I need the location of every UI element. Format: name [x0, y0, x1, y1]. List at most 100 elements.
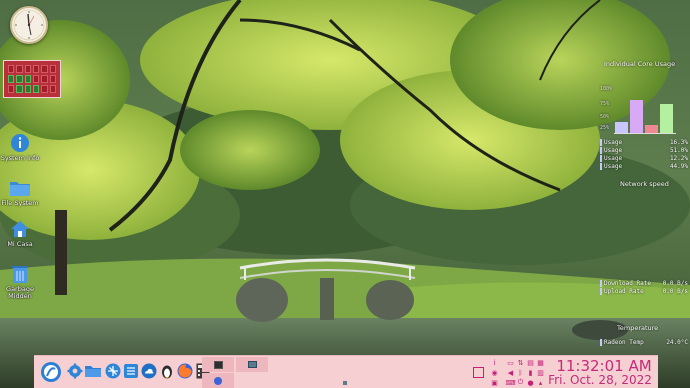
app-menu-icon — [41, 362, 61, 382]
desktop-icon-home[interactable]: Mi Casa — [0, 219, 40, 248]
pager-cell[interactable] — [33, 85, 40, 93]
core-usage-value: 51.0% — [669, 147, 688, 154]
app-indicator-icon[interactable] — [340, 378, 349, 387]
core-usage-bars — [614, 98, 676, 134]
axis-tick: 75% — [600, 101, 610, 107]
tray-keyboard-icon[interactable]: ⌨ — [505, 378, 515, 387]
pager-cell[interactable] — [49, 65, 56, 73]
launcher-penguin[interactable] — [158, 362, 176, 380]
pager-cell[interactable] — [41, 75, 48, 83]
core-usage-bar — [630, 100, 643, 133]
pager-cell[interactable] — [8, 75, 15, 83]
tray-clipboard-icon[interactable]: ▭ — [506, 358, 515, 367]
tray-display-icon[interactable]: ▤ — [526, 358, 535, 367]
core-usage-row: Usage 12.2% — [600, 155, 688, 162]
pager-cell[interactable] — [24, 75, 31, 83]
core-usage-row: Usage 51.0% — [600, 147, 688, 154]
firefox-icon — [214, 376, 222, 385]
desktop-icon-system-info[interactable]: System Info — [0, 133, 40, 162]
firefox-icon — [177, 363, 193, 379]
window-icon — [247, 361, 257, 368]
pager-cell[interactable] — [33, 75, 40, 83]
launcher-list[interactable] — [122, 362, 140, 380]
pager-cell[interactable] — [16, 65, 23, 73]
launcher-firefox[interactable] — [176, 362, 194, 380]
core-usage-label: Usage — [600, 163, 622, 170]
wallpaper — [0, 0, 690, 388]
folder-icon — [85, 366, 101, 377]
launcher-network[interactable] — [104, 362, 122, 380]
core-usage-label: Usage — [600, 147, 622, 154]
app-menu-button[interactable] — [40, 361, 62, 383]
core-usage-row: Usage 16.3% — [600, 139, 688, 146]
tray-notes-icon[interactable]: ▦ — [536, 358, 545, 367]
taskbar: i ◉ ▣ ▭ ⇅ ▤ ▦ ◀ ᛒ ▮ ▥ ⌨ ⏻ ● ▴ 11:32:01 A… — [34, 355, 658, 388]
tray-notifications-icon[interactable]: ● — [526, 378, 535, 387]
temperature-row: Radeon Temp 24.0°C — [600, 339, 688, 346]
axis-tick: 100% — [600, 86, 613, 92]
network-icon — [105, 363, 121, 379]
core-usage-bar — [645, 125, 658, 133]
temperature-title: Temperature — [617, 324, 659, 332]
tray-bluetooth-icon[interactable]: ᛒ — [516, 368, 525, 377]
list-icon — [124, 364, 138, 378]
pager-cell[interactable] — [41, 85, 48, 93]
download-rate-row: Download Rate 0.0 B/s — [600, 280, 688, 287]
tray-update-icon[interactable]: ◉ — [490, 368, 499, 377]
task-terminal[interactable] — [202, 357, 234, 372]
info-icon — [9, 133, 31, 153]
pager-cell[interactable] — [24, 85, 31, 93]
settings-icon — [67, 363, 83, 379]
upload-rate-label: Upload Rate — [600, 288, 644, 295]
cloud-icon — [141, 363, 157, 379]
axis-tick: 25% — [600, 125, 610, 131]
core-usage-value: 12.2% — [669, 155, 688, 162]
desktop-icon-label: Mi Casa — [7, 240, 33, 248]
upload-rate-value: 0.0 B/s — [662, 288, 688, 295]
digital-clock-date[interactable]: Fri. Oct. 28, 2022 — [542, 373, 658, 387]
trash-icon — [9, 264, 31, 284]
desktop-icon-trash[interactable]: Garbage Midden — [0, 264, 40, 300]
pager-cell[interactable] — [49, 85, 56, 93]
core-usage-row: Usage 44.9% — [600, 163, 688, 170]
tray-show-desktop-icon[interactable] — [473, 367, 484, 378]
analog-clock-widget — [10, 6, 48, 44]
pager-cell[interactable] — [49, 75, 56, 83]
axis-tick: 50% — [600, 114, 610, 120]
launcher-folder[interactable] — [84, 362, 102, 380]
tray-volume-icon[interactable]: ◀ — [506, 368, 515, 377]
launcher-cloud[interactable] — [140, 362, 158, 380]
pager-cell[interactable] — [41, 65, 48, 73]
core-usage-label: Usage — [600, 155, 622, 162]
terminal-icon — [213, 360, 223, 369]
temperature-value: 24.0°C — [666, 339, 688, 346]
task-browser[interactable] — [202, 373, 234, 388]
pager-cell[interactable] — [8, 65, 15, 73]
pager-cell[interactable] — [33, 65, 40, 73]
pager-cell[interactable] — [8, 85, 15, 93]
home-icon — [9, 219, 31, 239]
core-usage-bar — [660, 104, 673, 133]
network-speed-title: Network speed — [620, 180, 669, 188]
tray-battery-icon[interactable]: ▮ — [526, 368, 535, 377]
tray-info-icon[interactable]: i — [490, 358, 499, 367]
penguin-icon — [162, 365, 172, 379]
core-usage-label: Usage — [600, 139, 622, 146]
pager-cell[interactable] — [16, 85, 23, 93]
task-window[interactable] — [236, 357, 268, 372]
tray-lock-icon[interactable]: ▣ — [490, 378, 499, 387]
pager-cell[interactable] — [24, 65, 31, 73]
desktop-icon-file-system[interactable]: File System — [0, 178, 40, 207]
core-usage-title: Individual Core Usage — [604, 60, 676, 68]
pager-cell[interactable] — [16, 75, 23, 83]
tray-power-icon[interactable]: ⏻ — [516, 378, 525, 387]
core-usage-value: 16.3% — [669, 139, 688, 146]
temperature-label: Radeon Temp — [600, 339, 644, 346]
launcher-settings[interactable] — [66, 362, 84, 380]
core-usage-value: 44.9% — [669, 163, 688, 170]
desktop-icon-label: Garbage Midden — [6, 285, 34, 301]
virtual-desktop-pager[interactable] — [3, 60, 61, 98]
desktop-icon-label: File System — [1, 199, 39, 207]
folder-icon — [9, 178, 31, 198]
tray-network-icon[interactable]: ⇅ — [516, 358, 525, 367]
